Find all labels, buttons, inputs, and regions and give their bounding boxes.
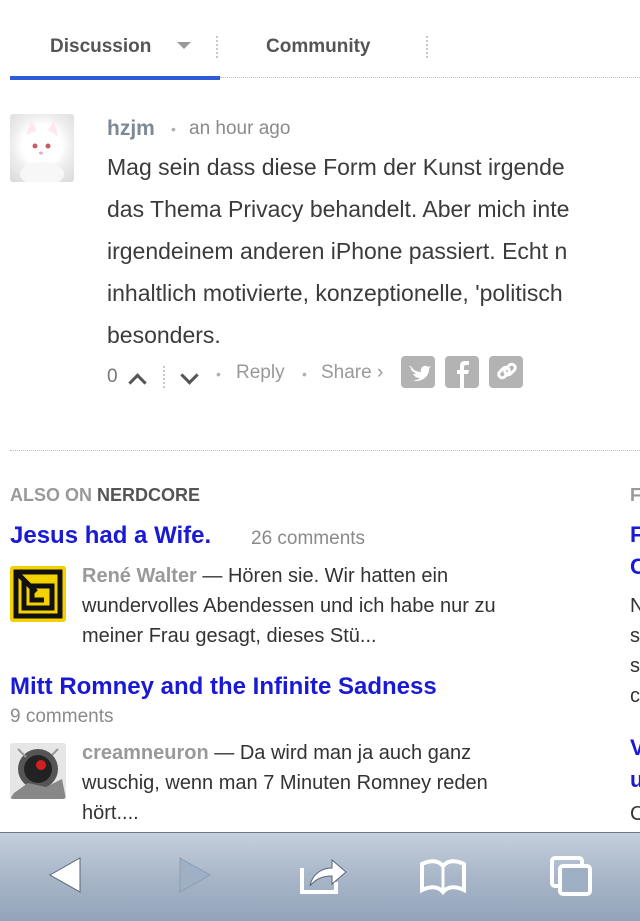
comment-author[interactable]: hzjm bbox=[107, 117, 155, 141]
snippet-dash: — bbox=[208, 742, 240, 764]
avatar[interactable] bbox=[10, 114, 74, 182]
forward-icon[interactable] bbox=[168, 850, 218, 900]
also-on-site[interactable]: NERDCORE bbox=[97, 485, 200, 505]
right-column-fragment[interactable]: u bbox=[630, 767, 640, 793]
right-column-fragment: c bbox=[630, 685, 640, 707]
right-column-fragment[interactable]: C bbox=[630, 554, 640, 580]
separator-dot: • bbox=[171, 121, 176, 137]
comment-line: Mag sein dass diese Form der Kunst irgen… bbox=[107, 154, 565, 180]
right-column-fragment: s bbox=[630, 655, 640, 677]
right-column-fragment[interactable]: V bbox=[630, 735, 640, 761]
comment-line: das Thema Privacy behandelt. Aber mich i… bbox=[107, 196, 570, 222]
tabs-icon[interactable] bbox=[546, 850, 596, 900]
right-column-fragment: s bbox=[630, 625, 640, 647]
snippet-line: meiner Frau gesagt, dieses Stü... bbox=[82, 625, 377, 647]
right-column-fragment: C bbox=[630, 803, 640, 825]
upvote-icon[interactable] bbox=[128, 373, 147, 392]
also-on-heading: ALSO ON NERDCORE bbox=[10, 485, 200, 506]
right-column-heading: F bbox=[630, 485, 640, 505]
separator-dot: • bbox=[302, 366, 307, 382]
twitter-icon[interactable] bbox=[401, 356, 435, 388]
comment-timestamp[interactable]: an hour ago bbox=[189, 118, 290, 140]
downvote-icon[interactable] bbox=[180, 366, 199, 385]
share-icon[interactable] bbox=[298, 850, 348, 900]
comment-count[interactable]: 26 comments bbox=[251, 528, 365, 550]
comment-line: inhaltlich motivierte, konzeptionelle, '… bbox=[107, 280, 563, 306]
section-divider bbox=[10, 450, 640, 451]
snippet-author: René Walter bbox=[82, 565, 197, 587]
share-button[interactable]: Share › bbox=[321, 362, 383, 384]
facebook-icon[interactable] bbox=[445, 356, 479, 388]
robot-avatar-image bbox=[10, 743, 66, 799]
avatar[interactable] bbox=[10, 743, 66, 799]
snippet-line: Da wird man ja auch ganz bbox=[239, 742, 472, 764]
comment-body: Mag sein dass diese Form der Kunst irgen… bbox=[107, 146, 640, 356]
chevron-down-icon[interactable] bbox=[177, 42, 191, 49]
tab-divider bbox=[216, 36, 218, 58]
reply-button[interactable]: Reply bbox=[236, 362, 285, 384]
bookmarks-icon[interactable] bbox=[418, 850, 468, 900]
snippet-line: Hören sie. Wir hatten ein bbox=[227, 565, 449, 587]
snippet-author: creamneuron bbox=[82, 742, 209, 764]
right-column-fragment[interactable]: F bbox=[630, 522, 640, 548]
kitten-avatar-image bbox=[20, 120, 64, 182]
active-tab-indicator bbox=[10, 76, 220, 80]
snippet-line: wuschig, wenn man 7 Minuten Romney reden bbox=[82, 772, 488, 794]
maze-logo-icon bbox=[10, 566, 66, 622]
also-on-prefix: ALSO ON bbox=[10, 485, 93, 505]
discussion-link-title[interactable]: Mitt Romney and the Infinite Sadness bbox=[10, 673, 437, 701]
snippet-dash: — bbox=[196, 565, 228, 587]
comment-line: besonders. bbox=[107, 322, 221, 348]
discussion-link-title[interactable]: Jesus had a Wife. bbox=[10, 522, 211, 550]
tab-bar-divider bbox=[220, 77, 640, 78]
avatar[interactable] bbox=[10, 566, 66, 622]
comment-count[interactable]: 9 comments bbox=[10, 706, 113, 728]
separator-dot: • bbox=[216, 366, 221, 382]
discussion-snippet[interactable]: creamneuron — Da wird man ja auch ganz w… bbox=[82, 738, 582, 828]
comment-line: irgendeinem anderen iPhone passiert. Ech… bbox=[107, 238, 568, 264]
vote-divider bbox=[163, 366, 165, 388]
discussion-snippet[interactable]: René Walter — Hören sie. Wir hatten ein … bbox=[82, 561, 582, 651]
tab-discussion[interactable]: Discussion bbox=[50, 36, 151, 58]
right-column-fragment: N bbox=[630, 595, 640, 617]
snippet-line: wundervolles Abendessen und ich habe nur… bbox=[82, 595, 496, 617]
back-icon[interactable] bbox=[42, 850, 92, 900]
tab-divider bbox=[426, 36, 428, 58]
link-icon[interactable] bbox=[489, 356, 523, 388]
vote-count: 0 bbox=[107, 366, 118, 387]
snippet-line: hört.... bbox=[82, 802, 139, 824]
tab-community[interactable]: Community bbox=[266, 36, 371, 58]
